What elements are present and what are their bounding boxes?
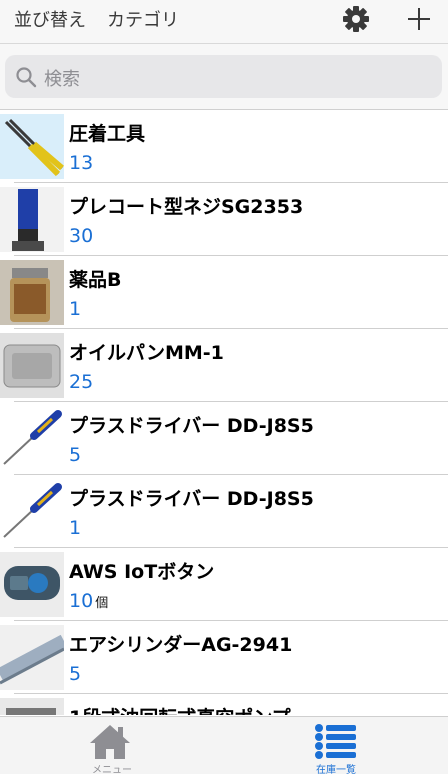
tab-inventory[interactable]: 在庫一覧 <box>224 717 448 776</box>
item-thumbnail <box>0 260 64 325</box>
item-quantity: 5 <box>69 444 82 466</box>
item-name: 1段式油回転式真空ポンプ <box>69 703 291 715</box>
item-thumbnail <box>0 698 64 715</box>
list-item[interactable]: プラスドライバー DD-J8S5 5 <box>0 402 448 475</box>
list-item[interactable]: プレコート型ネジSG2353 30 <box>0 183 448 256</box>
gear-icon[interactable] <box>341 4 371 34</box>
item-name: オイルパンMM-1 <box>69 342 224 364</box>
item-name: AWS IoTボタン <box>69 561 215 583</box>
item-name: プラスドライバー DD-J8S5 <box>69 488 314 510</box>
item-quantity: 5 <box>69 663 82 685</box>
list-item[interactable]: プラスドライバー DD-J8S5 1 <box>0 475 448 548</box>
search-input[interactable]: 検索 <box>44 65 80 91</box>
item-quantity: 1 <box>69 298 82 320</box>
item-name: プラスドライバー DD-J8S5 <box>69 415 314 437</box>
sort-button[interactable]: 並び替え <box>14 6 86 32</box>
list-item[interactable]: 1段式油回転式真空ポンプ <box>0 694 448 715</box>
item-thumbnail <box>0 187 64 252</box>
item-quantity: 13 <box>69 152 94 174</box>
list-item[interactable]: AWS IoTボタン 10 個 <box>0 548 448 621</box>
item-thumbnail <box>0 479 64 544</box>
list-item[interactable]: 薬品B 1 <box>0 256 448 329</box>
tab-bar: メニュー 在庫一覧 <box>0 716 448 776</box>
inventory-list: 圧着工具 13 プレコート型ネジSG2353 30 薬品B 1 オイルパンMM-… <box>0 110 448 715</box>
item-thumbnail <box>0 406 64 471</box>
list-icon <box>315 724 356 759</box>
item-name: 薬品B <box>69 269 122 291</box>
tab-menu[interactable]: メニュー <box>0 717 224 776</box>
list-item[interactable]: オイルパンMM-1 25 <box>0 329 448 402</box>
item-name: エアシリンダーAG-2941 <box>69 634 293 656</box>
search-field[interactable]: 検索 <box>5 55 442 98</box>
item-thumbnail <box>0 625 64 690</box>
category-button[interactable]: カテゴリ <box>107 6 179 32</box>
top-bar: 並び替え カテゴリ <box>0 0 448 44</box>
item-thumbnail <box>0 114 64 179</box>
item-quantity: 1 <box>69 517 82 539</box>
item-thumbnail <box>0 333 64 398</box>
plus-icon[interactable] <box>404 4 434 34</box>
item-quantity: 10 個 <box>69 590 109 612</box>
item-name: プレコート型ネジSG2353 <box>69 196 304 218</box>
item-quantity: 30 <box>69 225 94 247</box>
item-name: 圧着工具 <box>69 123 146 145</box>
list-item[interactable]: エアシリンダーAG-2941 5 <box>0 621 448 694</box>
list-item[interactable]: 圧着工具 13 <box>0 110 448 183</box>
home-icon <box>90 725 130 759</box>
item-thumbnail <box>0 552 64 617</box>
search-bar: 検索 <box>0 44 448 110</box>
search-icon <box>16 67 37 88</box>
item-quantity: 25 <box>69 371 94 393</box>
